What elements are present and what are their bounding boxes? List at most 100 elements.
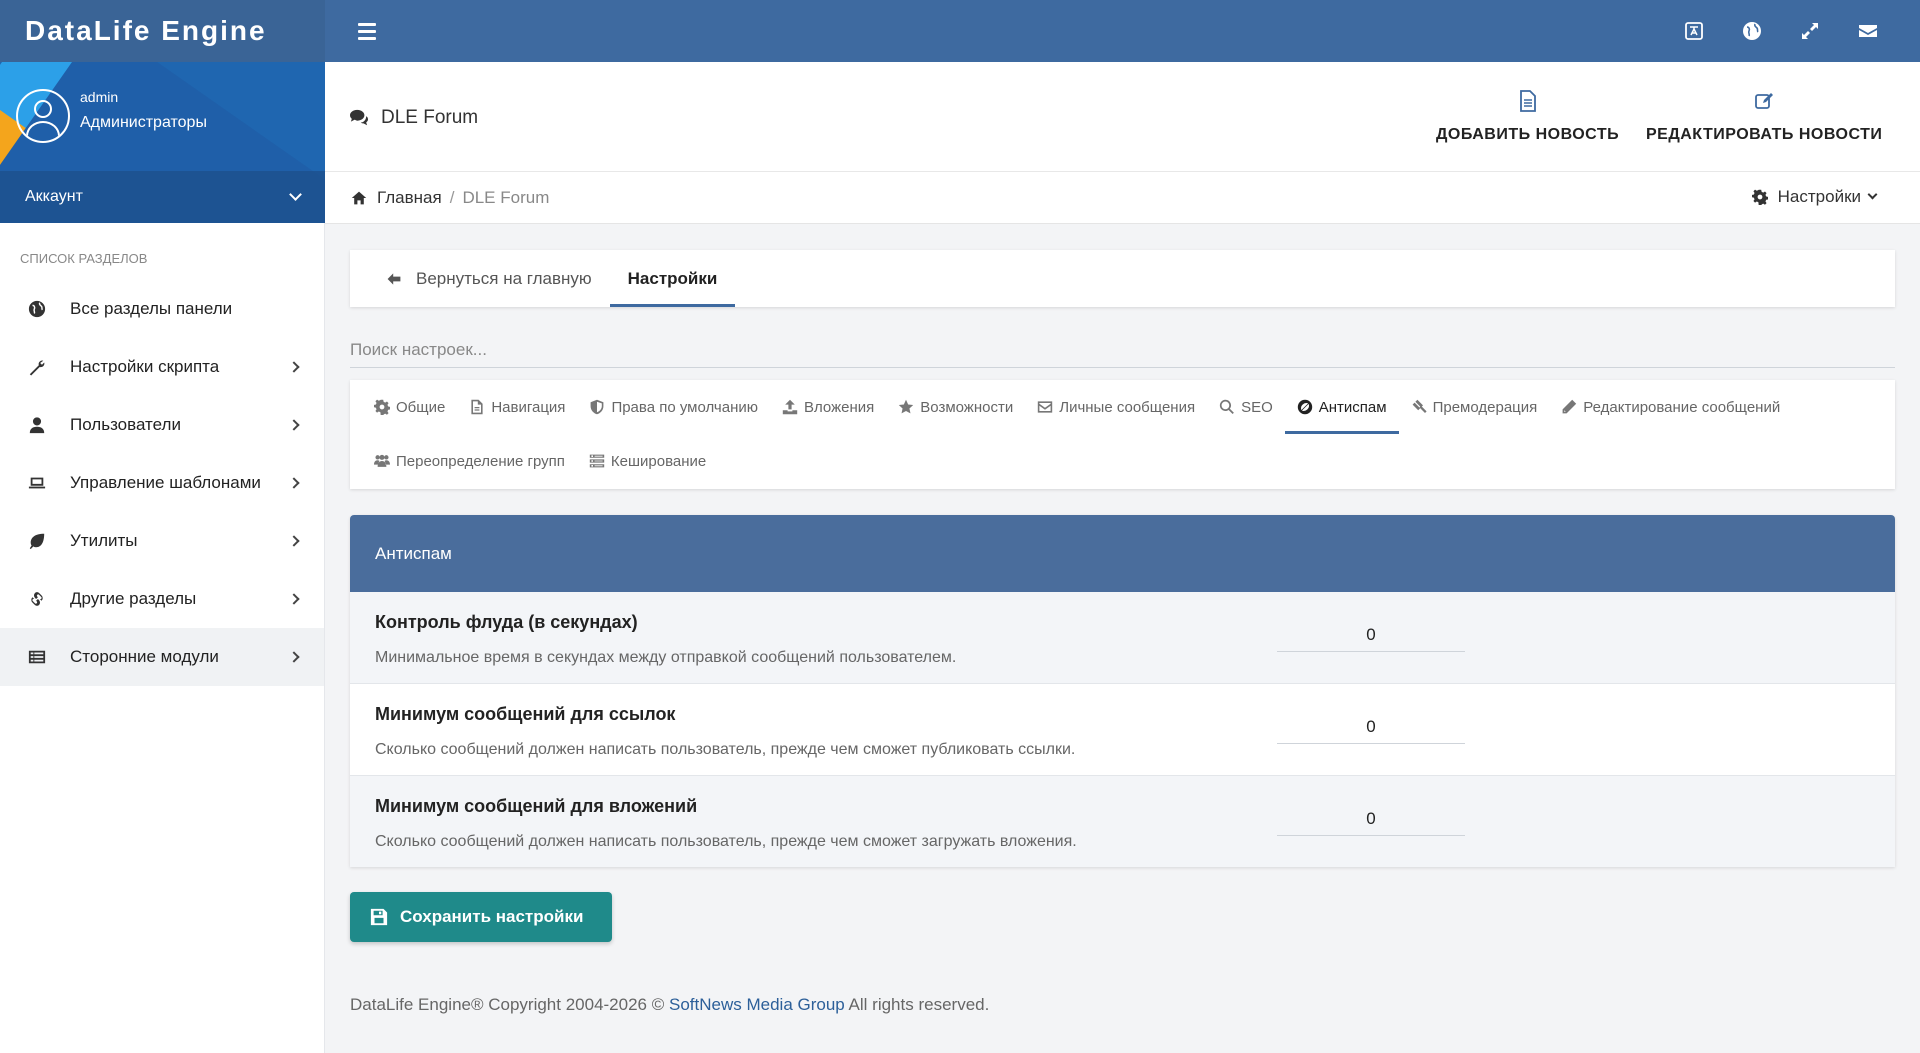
chevron-right-icon	[288, 651, 300, 663]
add-news-label: ДОБАВИТЬ НОВОСТЬ	[1436, 126, 1620, 143]
chevron-right-icon	[288, 593, 300, 605]
flood-control-input[interactable]	[1277, 618, 1465, 652]
sidebar-item-label: Настройки скрипта	[70, 357, 220, 376]
tab-settings-label: Настройки	[627, 268, 718, 288]
link-icon	[26, 588, 48, 610]
gavel-icon	[1412, 399, 1427, 413]
floppy-disk-icon	[370, 908, 388, 926]
brand-logo[interactable]: DataLife Engine	[0, 0, 325, 62]
gear-icon	[374, 399, 390, 415]
subtab-features[interactable]: Возможности	[886, 380, 1025, 434]
users-icon	[374, 454, 390, 467]
subtab-label: Премодерация	[1432, 398, 1538, 416]
footer-link[interactable]: SoftNews Media Group	[669, 995, 845, 1014]
wrench-icon	[26, 356, 48, 378]
subtab-private-messages[interactable]: Личные сообщения	[1025, 380, 1207, 434]
ban-icon	[1297, 399, 1312, 415]
search-input[interactable]	[350, 332, 1895, 368]
user-icon	[26, 414, 48, 436]
breadcrumb-home[interactable]: Главная	[377, 188, 442, 208]
subtab-antispam[interactable]: Антиспам	[1284, 380, 1399, 434]
sidebar-item-utilities[interactable]: Утилиты	[0, 512, 324, 570]
sidebar-item-templates[interactable]: Управление шаблонами	[0, 454, 324, 512]
footer: DataLife Engine® Copyright 2004-2026 © S…	[350, 995, 989, 1015]
min-posts-links-input[interactable]	[1277, 710, 1465, 744]
user-panel: admin Администраторы Аккаунт	[0, 62, 325, 223]
settings-dropdown-label: Настройки	[1777, 187, 1861, 206]
sidebar-item-third-party-modules[interactable]: Сторонние модули	[0, 628, 324, 686]
globe-icon	[26, 298, 48, 320]
account-label: Аккаунт	[25, 188, 83, 205]
mail-icon[interactable]	[1852, 15, 1884, 47]
server-icon	[589, 454, 605, 468]
subtab-premoderation[interactable]: Премодерация	[1399, 380, 1550, 434]
sidebar-item-other-sections[interactable]: Другие разделы	[0, 570, 324, 628]
avatar[interactable]	[16, 89, 70, 143]
subtab-default-permissions[interactable]: Права по умолчанию	[577, 380, 770, 434]
subtab-label: Кеширование	[610, 452, 707, 470]
star-icon	[899, 399, 914, 414]
sidebar-item-all-sections[interactable]: Все разделы панели	[0, 280, 324, 338]
breadcrumb-current: DLE Forum	[462, 187, 550, 207]
tab-back-label: Вернуться на главную	[416, 268, 592, 288]
sidebar-item-users[interactable]: Пользователи	[0, 396, 324, 454]
chevron-right-icon	[288, 535, 300, 547]
sidebar-item-label: Управление шаблонами	[70, 473, 261, 492]
tab-back[interactable]: Вернуться на главную	[368, 250, 610, 307]
subtab-group-overrides[interactable]: Переопределение групп	[362, 434, 577, 488]
subtabs-row: Общие Навигация Права по умолчанию Вложе…	[362, 380, 1883, 434]
subtab-label: SEO	[1241, 398, 1273, 416]
language-icon[interactable]	[1678, 15, 1710, 47]
file-icon	[471, 399, 483, 415]
subtab-label: Переопределение групп	[396, 452, 565, 470]
top-actions	[1678, 15, 1920, 47]
subtab-label: Общие	[396, 398, 446, 416]
subtab-label: Возможности	[920, 398, 1014, 416]
subtab-label: Навигация	[491, 398, 566, 416]
account-dropdown[interactable]: Аккаунт	[0, 171, 325, 223]
setting-title: Контроль флуда (в секундах)	[375, 612, 638, 632]
settings-subtabs: Общие Навигация Права по умолчанию Вложе…	[350, 380, 1895, 489]
user-group: Администраторы	[80, 114, 207, 131]
chevron-right-icon	[288, 361, 300, 373]
save-settings-label: Сохранить настройки	[400, 907, 584, 926]
breadcrumb: Главная / DLE Forum Настройки	[325, 172, 1920, 224]
subtab-navigation[interactable]: Навигация	[457, 380, 577, 434]
subtab-label: Личные сообщения	[1059, 398, 1196, 416]
edit-news-button[interactable]: РЕДАКТИРОВАТЬ НОВОСТИ	[1646, 90, 1882, 144]
search-icon	[1219, 399, 1234, 415]
page-title-text: DLE Forum	[381, 107, 479, 128]
edit-icon	[1755, 93, 1774, 109]
globe-icon[interactable]	[1736, 15, 1768, 47]
setting-description: Минимальное время в секундах между отпра…	[375, 649, 957, 666]
sidebar: admin Администраторы Аккаунт Список разд…	[0, 62, 325, 1053]
list-icon	[26, 646, 48, 668]
gear-icon	[1751, 189, 1768, 205]
save-settings-button[interactable]: Сохранить настройки	[350, 892, 612, 942]
menu-toggle-icon[interactable]	[339, 0, 395, 62]
subtab-caching[interactable]: Кеширование	[577, 434, 718, 488]
setting-description: Сколько сообщений должен написать пользо…	[375, 741, 1076, 758]
edit-news-label: РЕДАКТИРОВАТЬ НОВОСТИ	[1646, 126, 1883, 143]
tab-settings[interactable]: Настройки	[609, 250, 736, 307]
chevron-right-icon	[288, 477, 300, 489]
home-icon	[351, 191, 367, 204]
sidebar-item-label: Другие разделы	[70, 589, 197, 608]
subtab-general[interactable]: Общие	[362, 380, 457, 434]
top-bar: DataLife Engine	[0, 0, 1920, 62]
expand-icon[interactable]	[1794, 15, 1826, 47]
sidebar-item-script-settings[interactable]: Настройки скрипта	[0, 338, 324, 396]
subtab-seo[interactable]: SEO	[1207, 380, 1285, 434]
leaf-icon	[26, 530, 48, 552]
min-posts-attachments-input[interactable]	[1277, 802, 1465, 836]
laptop-icon	[26, 472, 48, 494]
page-title: DLE Forum	[349, 107, 478, 129]
pencil-icon	[1562, 399, 1577, 414]
footer-copyright: DataLife Engine® Copyright 2004-2026 ©	[350, 995, 665, 1014]
subtab-attachments[interactable]: Вложения	[770, 380, 886, 434]
add-news-button[interactable]: ДОБАВИТЬ НОВОСТЬ	[1436, 90, 1619, 144]
setting-row: Контроль флуда (в секундах) Минимальное …	[350, 592, 1895, 684]
subtabs-row: Переопределение групп Кеширование	[362, 434, 1883, 488]
settings-dropdown[interactable]: Настройки	[1751, 187, 1878, 207]
subtab-message-editing[interactable]: Редактирование сообщений	[1549, 380, 1792, 434]
